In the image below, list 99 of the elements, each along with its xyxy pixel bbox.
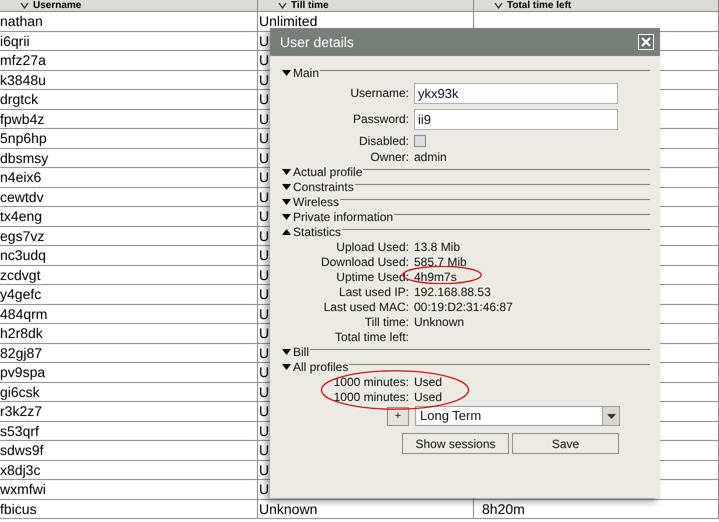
field-label: Username:	[349, 85, 409, 102]
section-header[interactable]: Bill	[282, 344, 650, 359]
close-icon	[641, 37, 651, 47]
field-label: Password:	[352, 111, 409, 128]
table-cell: zcdvgt	[0, 266, 40, 282]
profile-dropdown[interactable]: Long Term	[415, 406, 620, 426]
table-cell: U	[258, 32, 270, 48]
field-label: 1000 minutes:	[332, 388, 409, 406]
table-cell: tx4eng	[0, 208, 42, 224]
table-cell: U	[258, 110, 270, 126]
sort-chevron-icon	[494, 2, 503, 8]
field-value: 585.7 Mib	[414, 254, 467, 270]
field-value: 4h9m7s	[414, 268, 457, 286]
close-button[interactable]	[638, 34, 654, 50]
column-header[interactable]: Total time left	[474, 0, 719, 11]
table-cell: U	[258, 403, 270, 419]
table-cell: U	[258, 266, 270, 282]
field-label: Upload Used:	[335, 238, 409, 256]
table-cell: gi6csk	[0, 384, 40, 400]
field-label: Last used IP:	[338, 284, 409, 300]
table-cell: cewtdv	[0, 188, 44, 204]
table-cell: s53qrf	[0, 422, 39, 438]
table-cell: k3848u	[0, 72, 46, 88]
field-value: Unknown	[414, 314, 464, 330]
field-label: Till time:	[364, 314, 409, 330]
table-cell: U	[258, 364, 270, 380]
table-cell: fbicus	[0, 500, 37, 516]
field-label: Owner:	[369, 148, 409, 166]
table-cell: Unlimited	[258, 13, 318, 29]
table-cell: U	[258, 208, 270, 224]
table-cell: U	[258, 228, 270, 244]
field-label: Download Used:	[320, 254, 409, 270]
table-cell: fpwb4z	[0, 110, 44, 126]
table-cell: h2r8dk	[0, 325, 43, 341]
section-header[interactable]: All profiles	[282, 359, 650, 374]
dialog-button[interactable]: Save	[512, 433, 619, 454]
table-cell: n4eix6	[0, 169, 42, 185]
table-cell: pv9spa	[0, 364, 46, 380]
table-cell: U	[258, 286, 270, 302]
table-cell-text: 8h20m	[481, 500, 525, 516]
field-label: 1000 minutes:	[332, 374, 409, 390]
table-cell: r3k2z7	[0, 403, 42, 419]
table-cell: U	[258, 306, 270, 322]
input-field[interactable]: ykx93k	[414, 82, 618, 104]
table-cell: U	[258, 150, 270, 166]
input-field[interactable]: ii9	[414, 108, 618, 130]
column-header[interactable]: Till time	[258, 0, 474, 11]
table-cell: Unknown	[258, 500, 318, 516]
table-cell: egs7vz	[0, 228, 44, 244]
table-cell: U	[258, 91, 270, 107]
table-cell: y4gefc	[0, 286, 42, 302]
sort-chevron-icon	[278, 2, 287, 8]
checkbox[interactable]	[414, 134, 426, 146]
section-header[interactable]: Constraints	[282, 179, 650, 194]
table-cell: U	[258, 481, 270, 497]
table-cell: x8dj3c	[0, 462, 40, 478]
table-cell: mfz27a	[0, 52, 46, 68]
table-cell: U	[258, 72, 270, 88]
table-cell: nc3udq	[0, 247, 46, 263]
table-cell: sdws9f	[0, 442, 44, 458]
table-cell: U	[258, 344, 270, 360]
field-label: Total time left:	[334, 328, 409, 346]
table-cell: U	[258, 384, 270, 400]
section-header[interactable]: Private information	[282, 209, 650, 224]
field-value: 192.168.88.53	[414, 284, 491, 300]
table-cell: 5np6hp	[0, 130, 47, 146]
table-cell: dbsmsy	[0, 150, 48, 166]
table-cell: U	[258, 247, 270, 263]
table-cell: U	[258, 325, 270, 341]
table-cell: 82gj87	[0, 344, 42, 360]
table-cell: U	[258, 422, 270, 438]
table-cell: U	[258, 52, 270, 68]
field-value: 00:19:D2:31:46:87	[414, 298, 513, 316]
field-value: Used	[414, 388, 442, 406]
dialog-title: User details	[280, 32, 354, 52]
dropdown-caret-icon	[606, 414, 616, 418]
section-header[interactable]: Actual profile	[282, 164, 650, 179]
table-cell: drgtck	[0, 91, 38, 107]
section-header[interactable]: Wireless	[282, 194, 650, 209]
add-button[interactable]: +	[387, 406, 409, 426]
field-label: Disabled:	[358, 132, 409, 150]
sort-chevron-icon	[20, 2, 29, 8]
table-cell: U	[258, 462, 270, 478]
table-cell: wxmfwi	[0, 481, 46, 497]
section-header[interactable]: Main	[282, 65, 650, 80]
section-header[interactable]: Statistics	[282, 224, 650, 239]
table-cell: 484qrm	[0, 306, 48, 322]
field-value: admin	[414, 148, 447, 166]
table-cell: U	[258, 442, 270, 458]
table-cell: i6qrii	[0, 32, 30, 48]
field-value: 13.8 Mib	[414, 238, 460, 256]
dialog-button[interactable]: Show sessions	[402, 433, 509, 454]
field-value: Used	[414, 374, 442, 390]
table-cell: U	[258, 169, 270, 185]
column-header[interactable]: Username	[0, 0, 258, 11]
table-cell: nathan	[0, 13, 43, 29]
table-cell: U	[258, 188, 270, 204]
field-label: Last used MAC:	[322, 298, 409, 316]
table-cell: U	[258, 130, 270, 146]
